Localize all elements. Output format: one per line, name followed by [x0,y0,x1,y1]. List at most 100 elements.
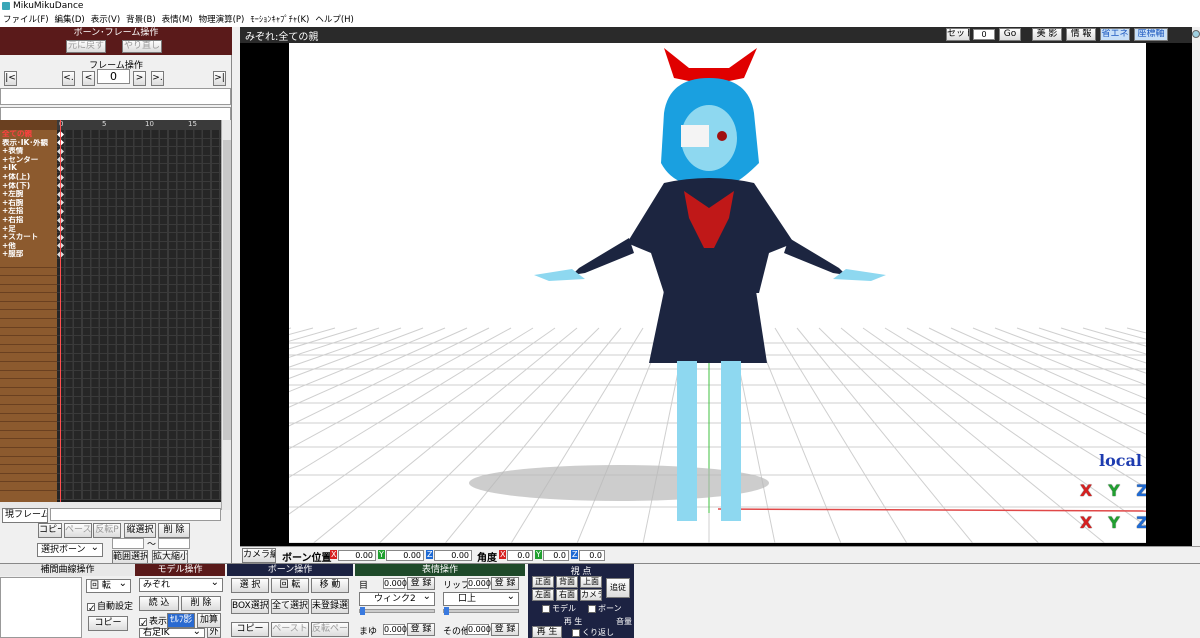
bone-move-button[interactable]: 移 動 [311,578,349,593]
menu-item-3[interactable]: 背景(B) [123,13,158,27]
eye-slider[interactable] [359,607,435,615]
brow-register-button[interactable]: 登 録 [407,623,435,636]
model-delete-button[interactable]: 削 除 [181,596,221,611]
menu-item-2[interactable]: 表示(V) [88,13,123,27]
interp-curve-box[interactable] [0,577,82,638]
model-select[interactable]: みぞれ [139,577,223,592]
lip-value[interactable]: 0.000 [467,578,491,589]
lip-slider-thumb[interactable] [444,607,449,615]
vertical-select-button[interactable]: 縦選択 [124,523,156,538]
range-end-field[interactable] [158,538,190,549]
set-frame-input[interactable]: 0 [973,29,995,40]
prev-frame-button[interactable]: < [82,71,95,86]
beauty-button[interactable]: 美 影 [1032,28,1062,41]
gizmo-y-rotate-icon[interactable]: Y [1102,481,1126,501]
bone-row[interactable]: 全ての親 [0,130,57,139]
other-value[interactable]: 0.000 [467,624,491,635]
scroll-thumb[interactable] [223,140,231,440]
first-frame-button[interactable]: |< [4,71,17,86]
bone-row[interactable]: +スカート [0,233,57,242]
paste-button[interactable]: ペースト [64,523,92,538]
energy-button[interactable]: 省エネ [1100,28,1130,41]
range-start-field[interactable] [112,538,144,549]
view-model-checkbox[interactable] [542,604,550,613]
view-back-button[interactable]: 背面 [556,576,578,588]
info-button[interactable]: 情 報 [1066,28,1096,41]
view-left-button[interactable]: 左面 [532,589,554,601]
bone-row[interactable]: +センター [0,156,57,165]
bone-rev-paste-button[interactable]: 反転ペースト [311,622,349,637]
view-bone-checkbox[interactable] [588,604,596,613]
lip-morph-select[interactable]: 口上 [443,591,519,606]
pos-x-field[interactable]: 0.00 [338,550,376,561]
bone-paste-button[interactable]: ペースト [271,622,309,637]
gizmo-x-move-icon[interactable]: X [1074,513,1098,533]
view-right-button[interactable]: 右面 [556,589,578,601]
camera-edit-button[interactable]: カメラ編 [242,548,276,563]
axis-gizmo-top[interactable]: XYZ [1074,481,1146,501]
next-frame-button[interactable]: > [133,71,146,86]
ang-y-field[interactable]: 0.0 [543,550,569,561]
bone-row[interactable]: +左腕 [0,190,57,199]
interp-rotate-select[interactable]: 回 転 [86,578,131,593]
menu-item-4[interactable]: 表情(M) [159,13,196,27]
view-front-button[interactable]: 正面 [532,576,554,588]
eye-register-button[interactable]: 登 録 [407,577,435,590]
bone-row[interactable]: 表示･IK･外観 [0,139,57,148]
render-area[interactable]: local XYZ XYZ [289,43,1146,543]
viewport[interactable]: local XYZ XYZ [240,43,1192,546]
bone-row[interactable]: +服部 [0,250,57,259]
view-model-check[interactable]: モデル [542,603,576,614]
next-key-button[interactable]: >. [151,71,164,86]
menu-item-0[interactable]: ファイル(F) [0,13,52,27]
model-show[interactable]: ✓表示 [139,614,167,629]
outer-button[interactable]: 外 [207,627,221,638]
bone-select-button[interactable]: 選 択 [231,578,269,593]
copy-button[interactable]: コピー [38,523,62,538]
menu-item-6[interactable]: ﾓｰｼｮﾝｷｬﾌﾟﾁｬ(K) [247,13,312,27]
record-icon[interactable] [1192,30,1200,38]
bone-row[interactable]: +足 [0,225,57,234]
view-top-button[interactable]: 上面 [580,576,602,588]
view-bone-check[interactable]: ボーン [588,603,622,614]
lip-register-button[interactable]: 登 録 [491,577,519,590]
menu-item-7[interactable]: ヘルプ(H) [312,13,357,27]
bone-row[interactable]: +左指 [0,207,57,216]
interp-copy-button[interactable]: コピー [88,616,128,631]
go-button[interactable]: Go [999,28,1021,41]
repeat-checkbox[interactable] [572,628,580,637]
ang-x-field[interactable]: 0.0 [507,550,533,561]
selected-bone-select[interactable]: 選択ボーン [37,542,103,557]
current-frame-field[interactable] [50,508,221,521]
bone-rotate-button[interactable]: 回 転 [271,578,309,593]
bone-row[interactable]: +IK [0,164,57,173]
bone-copy-button[interactable]: コピー [231,622,269,637]
play-button[interactable]: 再 生 [532,626,562,638]
timeline-grid[interactable]: 0 5 10 15 [57,120,221,502]
bone-row[interactable]: +体(下) [0,182,57,191]
bone-select[interactable]: 右足IK [139,627,205,638]
axis-button[interactable]: 座標軸 [1134,28,1168,41]
auto-setting[interactable]: ✓自動設定 [87,599,133,614]
bone-row[interactable]: +表情 [0,147,57,156]
unregistered-select-button[interactable]: 未登録選 [311,599,349,614]
gizmo-z-move-icon[interactable]: Z [1130,513,1146,533]
axis-gizmo-bottom[interactable]: XYZ [1074,513,1146,533]
box-select-button[interactable]: BOX選択 [231,599,269,614]
bone-row[interactable]: +右腕 [0,199,57,208]
timeline-scrollbar[interactable] [221,120,231,510]
last-frame-button[interactable]: >| [213,71,226,86]
undo-button[interactable]: 元に戻す [66,40,106,53]
bone-row[interactable]: +体(上) [0,173,57,182]
pos-z-field[interactable]: 0.00 [434,550,472,561]
eye-value[interactable]: 0.000 [383,578,407,589]
auto-checkbox[interactable]: ✓ [87,602,96,614]
eye-slider-thumb[interactable] [360,607,365,615]
menu-item-5[interactable]: 物理演算(P) [196,13,248,27]
view-follow-button[interactable]: 追従 [606,578,630,598]
gizmo-x-rotate-icon[interactable]: X [1074,481,1098,501]
menu-item-1[interactable]: 編集(D) [52,13,88,27]
eye-morph-select[interactable]: ウィンク2 [359,591,435,606]
reverse-paste-button[interactable]: 反転P [93,523,121,538]
view-camera-button[interactable]: カメラ [580,589,602,601]
